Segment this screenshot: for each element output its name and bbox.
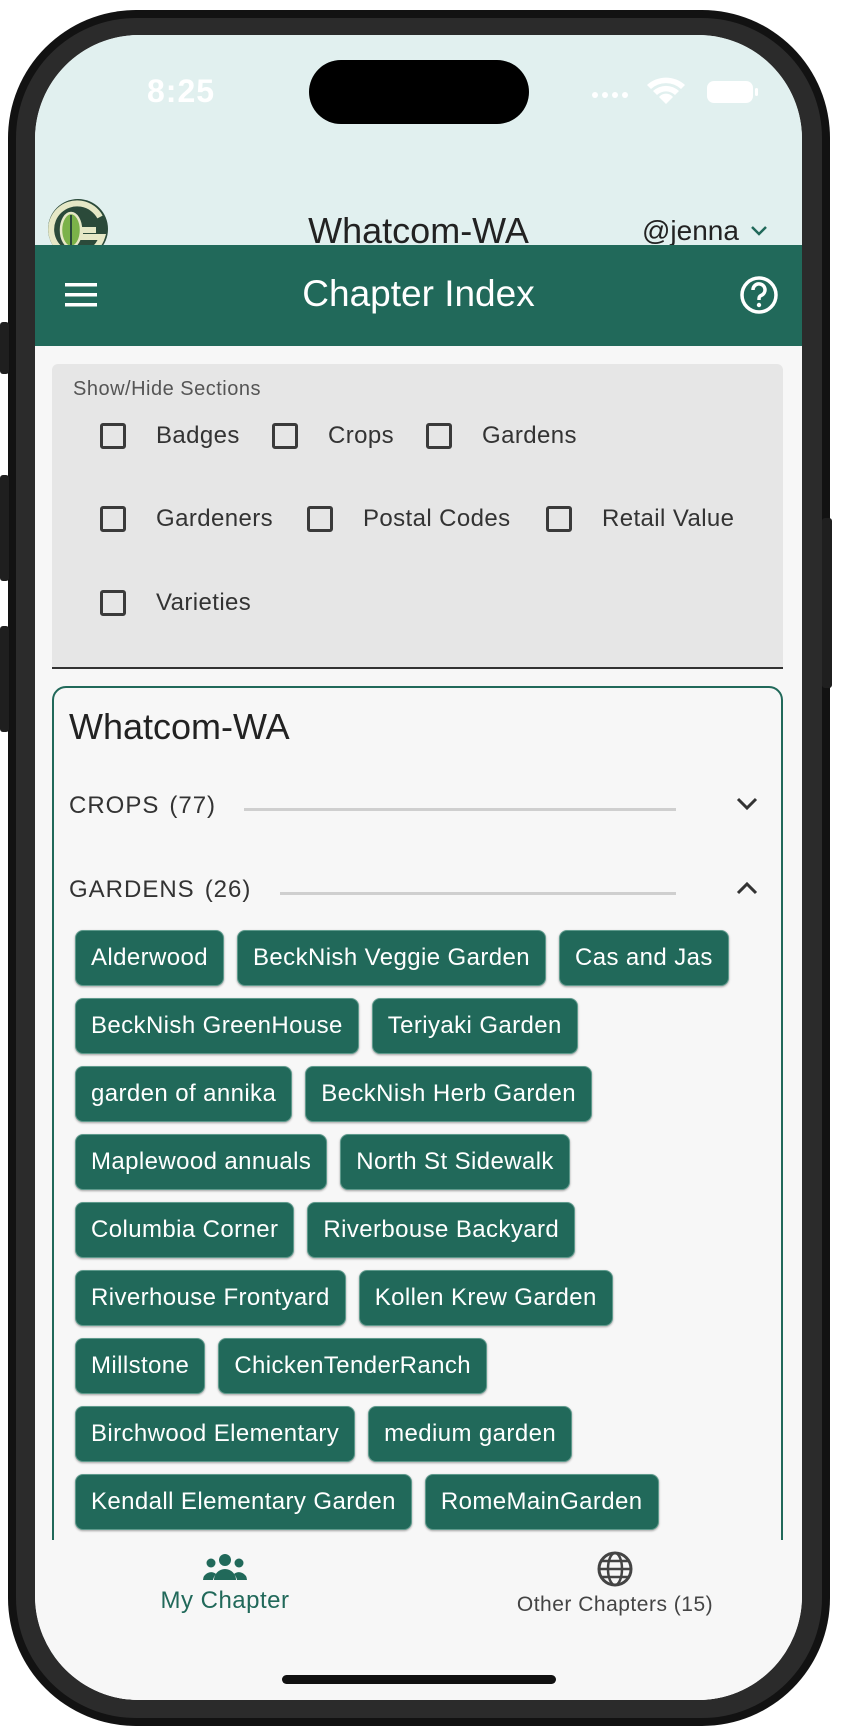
status-time: 8:25 (147, 73, 216, 109)
section-count: (26) (204, 876, 252, 903)
checkbox-badges[interactable]: Badges (100, 422, 240, 450)
checkbox-postal-codes[interactable]: Postal Codes (307, 505, 511, 533)
status-bar: 8:25 (35, 35, 802, 155)
checkbox-label: Gardeners (156, 505, 273, 532)
chevron-down-icon[interactable] (750, 225, 768, 237)
chevron-down-icon[interactable] (735, 796, 759, 812)
garden-chip[interactable]: RomeMainGarden (424, 1474, 659, 1530)
chip-row: Alderwood BeckNish Veggie Garden Cas and… (75, 930, 755, 986)
chip-row: Kendall Elementary Garden RomeMainGarden (75, 1474, 755, 1530)
side-button (822, 518, 832, 688)
chip-row: Maplewood annuals North St Sidewalk (75, 1134, 755, 1190)
home-indicator[interactable] (282, 1675, 556, 1684)
garden-chip[interactable]: Kollen Krew Garden (358, 1270, 613, 1326)
chevron-up-icon[interactable] (735, 880, 759, 896)
chip-row: garden of annika BeckNish Herb Garden (75, 1066, 755, 1122)
garden-chip[interactable]: Birchwood Elementary (75, 1406, 356, 1462)
garden-chip[interactable]: ChickenTenderRanch (218, 1338, 487, 1394)
garden-chip[interactable]: Teriyaki Garden (371, 998, 578, 1054)
chip-row: Columbia Corner Riverbouse Backyard (75, 1202, 755, 1258)
section-name: CROPS (69, 792, 160, 819)
garden-chip[interactable]: BeckNish GreenHouse (75, 998, 359, 1054)
nav-other-chapters[interactable]: Other Chapters (15) (495, 1550, 735, 1617)
side-button (0, 322, 9, 374)
checkbox-label: Gardens (482, 422, 577, 449)
checkbox-crops[interactable]: Crops (272, 422, 394, 450)
section-label: CROPS (77) (69, 792, 216, 820)
garden-chip[interactable]: Columbia Corner (75, 1202, 295, 1258)
side-button (0, 626, 9, 732)
garden-chip[interactable]: BeckNish Herb Garden (305, 1066, 592, 1122)
people-group-icon (203, 1554, 247, 1580)
garden-chip[interactable]: Maplewood annuals (75, 1134, 328, 1190)
battery-icon (707, 81, 758, 103)
cellular-signal-icon (592, 92, 628, 98)
section-crops-header[interactable]: CROPS (77) (69, 788, 758, 828)
nav-label: Other Chapters (15) (516, 1593, 714, 1616)
checkbox-box[interactable] (100, 506, 126, 532)
checkbox-box[interactable] (546, 506, 572, 532)
chip-row: Birchwood Elementary medium garden (75, 1406, 755, 1462)
garden-chip[interactable]: Riverhouse Frontyard (75, 1270, 346, 1326)
chip-row: Millstone ChickenTenderRanch (75, 1338, 755, 1394)
garden-chip[interactable]: Cas and Jas (558, 930, 729, 986)
dynamic-island (309, 60, 529, 124)
help-circle-icon[interactable] (739, 275, 779, 315)
checkbox-gardeners[interactable]: Gardeners (100, 505, 273, 533)
user-menu[interactable]: @jenna (642, 215, 739, 247)
checkbox-box[interactable] (100, 423, 126, 449)
app-screen: 8:25 Whatcom-WA @jenna Chapter Index Sho… (35, 35, 802, 1700)
garden-chip[interactable]: Riverbouse Backyard (307, 1202, 576, 1258)
show-hide-sections-panel: Show/Hide Sections Badges Crops Gardens … (52, 364, 783, 669)
section-gardens-header[interactable]: GARDENS (26) (69, 872, 758, 912)
checkbox-box[interactable] (307, 506, 333, 532)
garden-chip[interactable]: Kendall Elementary Garden (75, 1474, 412, 1530)
garden-chip[interactable]: BeckNish Veggie Garden (237, 930, 546, 986)
chip-row: BeckNish GreenHouse Teriyaki Garden (75, 998, 755, 1054)
divider (244, 808, 676, 811)
garden-chip-list: Alderwood BeckNish Veggie Garden Cas and… (75, 930, 755, 1542)
checkbox-label: Postal Codes (363, 505, 511, 532)
checkbox-label: Crops (328, 422, 395, 449)
chip-row: Riverhouse Frontyard Kollen Krew Garden (75, 1270, 755, 1326)
sections-label: Show/Hide Sections (73, 378, 261, 400)
checkbox-varieties[interactable]: Varieties (100, 589, 251, 617)
garden-chip[interactable]: North St Sidewalk (340, 1134, 570, 1190)
divider (280, 892, 676, 895)
checkbox-label: Badges (156, 422, 240, 449)
checkbox-box[interactable] (272, 423, 298, 449)
checkbox-label: Retail Value (602, 505, 735, 532)
checkbox-box[interactable] (100, 590, 126, 616)
checkbox-label: Varieties (156, 589, 252, 616)
checkbox-retail-value[interactable]: Retail Value (546, 505, 734, 533)
nav-my-chapter[interactable]: My Chapter (135, 1552, 315, 1615)
page-title: Chapter Index (302, 273, 535, 314)
side-button (0, 475, 9, 581)
section-name: GARDENS (69, 876, 195, 903)
status-icons (592, 77, 758, 104)
card-title: Whatcom-WA (69, 706, 290, 747)
checkbox-gardens[interactable]: Gardens (426, 422, 577, 450)
checkbox-box[interactable] (426, 423, 452, 449)
garden-chip[interactable]: Alderwood (75, 930, 225, 986)
garden-chip[interactable]: medium garden (368, 1406, 573, 1462)
garden-chip[interactable]: Millstone (75, 1338, 206, 1394)
section-label: GARDENS (26) (69, 876, 251, 904)
wifi-icon (647, 77, 685, 104)
nav-label: My Chapter (160, 1587, 290, 1614)
toolbar: Chapter Index (35, 245, 802, 346)
garden-chip[interactable]: garden of annika (75, 1066, 293, 1122)
globe-icon (597, 1551, 633, 1587)
section-count: (77) (169, 792, 217, 819)
